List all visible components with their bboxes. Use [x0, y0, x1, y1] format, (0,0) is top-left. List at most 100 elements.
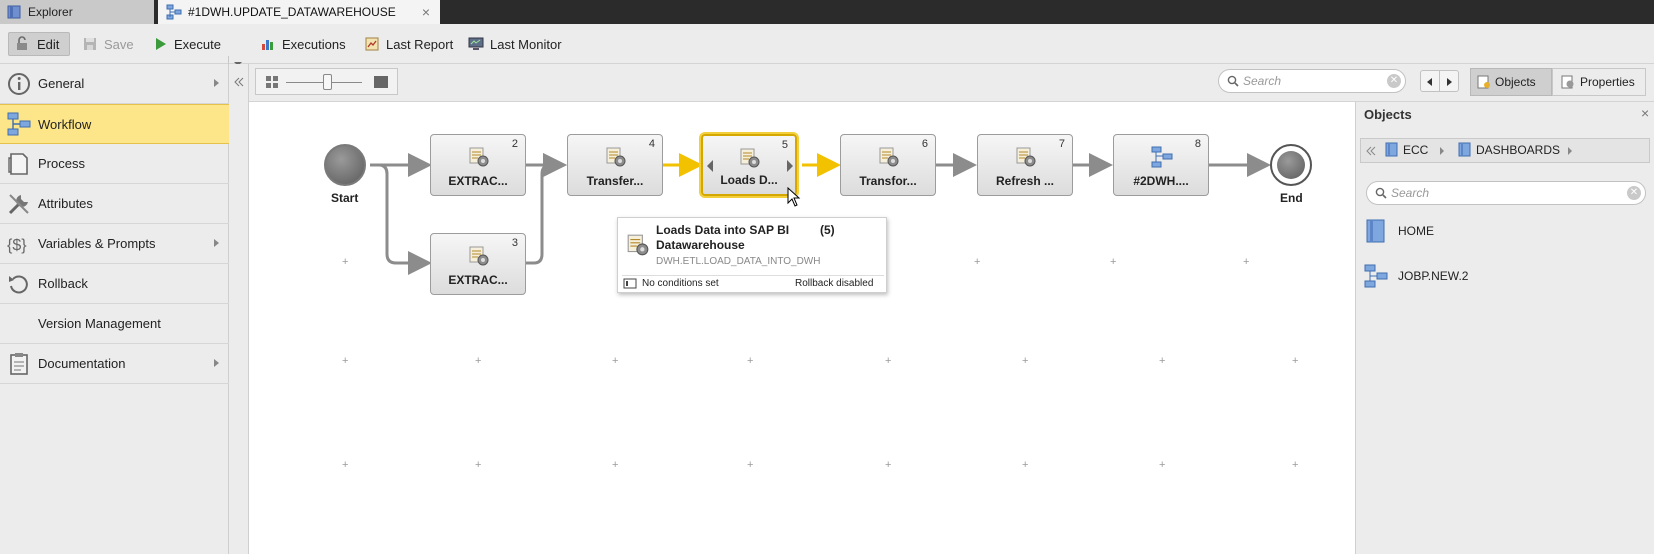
- grid-marker: +: [1159, 459, 1166, 471]
- close-icon[interactable]: ×: [1641, 105, 1649, 121]
- folder-icon: [1366, 219, 1385, 243]
- edit-label: Edit: [37, 36, 60, 52]
- grid-marker: +: [1292, 355, 1299, 367]
- breadcrumb-label: ECC: [1403, 142, 1429, 157]
- breadcrumb-item-ecc[interactable]: ECC: [1385, 142, 1428, 157]
- grid-marker: +: [612, 459, 619, 471]
- clear-icon[interactable]: ✕: [1627, 186, 1641, 200]
- sidebar-item-general[interactable]: General: [0, 64, 229, 104]
- tab-workflow[interactable]: #1DWH.UPDATE_DATAWAREHOUSE ×: [158, 0, 440, 24]
- workflow-node-4[interactable]: 4 Transfer...: [567, 134, 663, 196]
- grid-marker: +: [342, 459, 349, 471]
- job-gear-icon: [469, 147, 489, 167]
- grid-marker: +: [1243, 256, 1250, 268]
- info-icon: [8, 72, 30, 95]
- node-right-handle-icon[interactable]: [787, 160, 793, 172]
- execute-button[interactable]: Execute: [146, 32, 227, 56]
- workflow-canvas[interactable]: Start End 2 EXTRAC... 3 EXTRAC... 4 Tran…: [249, 102, 1355, 554]
- grid-marker: +: [974, 256, 981, 268]
- executions-label: Executions: [282, 36, 346, 52]
- report-icon: [365, 37, 379, 51]
- save-button[interactable]: Save: [76, 32, 140, 56]
- last-report-button[interactable]: Last Report: [358, 32, 459, 56]
- node-number: 2: [511, 138, 518, 150]
- objects-toggle-button[interactable]: Objects: [1470, 68, 1552, 96]
- chevron-right-icon: [214, 79, 219, 87]
- search-icon: [1227, 75, 1239, 87]
- svg-text:{$}: {$}: [7, 237, 27, 254]
- clear-icon[interactable]: ✕: [1387, 74, 1401, 88]
- grid-marker: +: [885, 355, 892, 367]
- sidebar-item-attributes[interactable]: Attributes: [0, 184, 229, 224]
- objects-panel: Objects × ECC DASHBOARDS ✕ HOME JOBP: [1355, 102, 1654, 554]
- node-number: 4: [648, 138, 655, 150]
- object-item-label: JOBP.NEW.2: [1398, 269, 1469, 283]
- sidebar-item-variables[interactable]: {$} Variables & Prompts: [0, 224, 229, 264]
- edit-button[interactable]: Edit: [8, 32, 70, 56]
- zoom-max-icon[interactable]: [374, 76, 388, 88]
- tab-explorer[interactable]: Explorer: [0, 0, 156, 24]
- executions-button[interactable]: Executions: [254, 32, 352, 56]
- workflow-node-5[interactable]: 5 Loads D...: [701, 134, 797, 196]
- search-icon: [1375, 187, 1387, 199]
- job-gear-icon: [627, 234, 649, 256]
- workflow-icon: [1364, 264, 1388, 288]
- workflow-node-7[interactable]: 7 Refresh ...: [977, 134, 1073, 196]
- end-node[interactable]: [1270, 144, 1312, 186]
- canvas-search-input[interactable]: [1243, 73, 1393, 89]
- collapse-left-icon[interactable]: [1366, 146, 1376, 156]
- grid-marker: +: [747, 355, 754, 367]
- start-node[interactable]: [324, 144, 366, 186]
- job-gear-icon: [1016, 147, 1036, 167]
- sidebar-item-process[interactable]: Process: [0, 144, 229, 184]
- edit-icon: [17, 36, 27, 50]
- folder-icon: [1458, 142, 1471, 157]
- last-monitor-button[interactable]: Last Monitor: [462, 32, 568, 56]
- grid-marker: +: [475, 459, 482, 471]
- chevron-right-icon: [1440, 147, 1444, 155]
- prev-button[interactable]: [1420, 70, 1440, 92]
- sidebar-item-documentation[interactable]: Documentation: [0, 344, 229, 384]
- zoom-slider-handle[interactable]: [323, 74, 332, 90]
- object-item-jobp[interactable]: JOBP.NEW.2: [1364, 261, 1468, 291]
- node-left-handle-icon[interactable]: [707, 160, 713, 172]
- node-label: Loads D...: [720, 173, 778, 187]
- workflow-node-6[interactable]: 6 Transfor...: [840, 134, 936, 196]
- properties-toggle-button[interactable]: Properties: [1552, 68, 1646, 96]
- breadcrumb-label: DASHBOARDS: [1476, 142, 1561, 157]
- sidebar-item-rollback[interactable]: Rollback: [0, 264, 229, 304]
- sidebar-item-version-management[interactable]: Version Management: [0, 304, 229, 344]
- grid-marker: +: [1022, 459, 1029, 471]
- conditions-icon: [623, 278, 637, 289]
- object-item-home[interactable]: HOME: [1364, 216, 1434, 246]
- sidebar-collapse-strip: [229, 64, 249, 554]
- workflow-node-3[interactable]: 3 EXTRAC...: [430, 233, 526, 295]
- sidebar-item-workflow[interactable]: Workflow: [0, 104, 229, 144]
- start-label: Start: [331, 191, 359, 205]
- explorer-icon: [7, 5, 21, 19]
- job-gear-icon: [469, 246, 489, 266]
- last-monitor-label: Last Monitor: [490, 36, 562, 52]
- save-icon: [84, 38, 96, 50]
- node-label: EXTRAC...: [448, 273, 508, 287]
- grid-marker: +: [342, 256, 349, 268]
- canvas-search[interactable]: ✕: [1218, 69, 1406, 93]
- play-icon: [156, 38, 166, 50]
- workflow-node-2[interactable]: 2 EXTRAC...: [430, 134, 526, 196]
- breadcrumb-item-dashboards[interactable]: DASHBOARDS: [1458, 142, 1560, 157]
- workflow-icon: [1151, 146, 1173, 168]
- objects-search-input[interactable]: [1391, 185, 1541, 201]
- collapse-left-icon[interactable]: [234, 77, 244, 87]
- sidebar: General Workflow Process Attributes {$} …: [0, 64, 229, 554]
- breadcrumb: ECC DASHBOARDS: [1360, 138, 1650, 163]
- arrow-right-icon: [1447, 78, 1452, 86]
- next-button[interactable]: [1439, 70, 1459, 92]
- objects-search[interactable]: ✕: [1366, 181, 1646, 205]
- workflow-icon: [166, 4, 182, 20]
- close-icon[interactable]: ×: [422, 4, 430, 20]
- sidebar-item-label: Process: [38, 156, 85, 171]
- arrow-left-icon: [1427, 78, 1432, 86]
- grid-icon[interactable]: [266, 76, 278, 88]
- workflow-node-8[interactable]: 8 #2DWH....: [1113, 134, 1209, 196]
- object-item-label: HOME: [1398, 224, 1434, 238]
